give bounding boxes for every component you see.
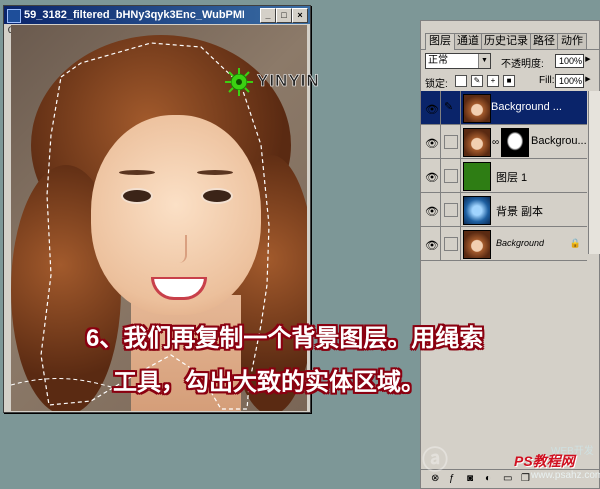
site-url: www.psahz.com [531,470,600,481]
visibility-toggle[interactable]: 👁 [421,159,441,192]
visibility-toggle[interactable]: 👁 [421,193,441,226]
lock-label: 锁定: [425,79,448,90]
eye-icon: 👁 [425,138,439,150]
layer-thumbnail [463,162,491,191]
layer-mask-thumbnail[interactable] [501,128,529,157]
eye-icon: 👁 [425,206,439,218]
layer-thumbnail [463,128,491,157]
eye-icon: 👁 [425,172,439,184]
eye-icon: 👁 [425,104,439,116]
adjustment-icon[interactable]: ◐ [485,473,491,484]
tab-actions[interactable]: 动作 [557,33,587,49]
blend-mode-value: 正常 [428,55,448,66]
layer-thumbnail [463,94,491,123]
blend-mode-select[interactable]: 正常 ▼ [425,53,491,69]
lock-brush-icon[interactable]: ✎ [471,75,483,87]
tab-paths[interactable]: 路径 [530,33,558,49]
lock-transparency-icon[interactable] [455,75,467,87]
layer-row[interactable]: 👁 Background 🔒 [421,227,587,261]
minimize-button[interactable]: _ [260,8,276,23]
new-layer-icon[interactable]: ❐ [521,473,530,484]
visibility-toggle[interactable]: 👁 [421,91,441,124]
layer-link-cell[interactable] [441,193,461,226]
lock-icon: 🔒 [569,238,581,248]
layer-name: Backgrou... [531,135,587,147]
brush-icon: ✎ [444,101,454,113]
layer-link-cell[interactable]: ✎ [441,91,461,124]
close-button[interactable]: × [292,8,308,23]
fill-arrow-icon[interactable]: ▶ [584,74,592,86]
layer-row[interactable]: 👁 ∞ Backgrou... [421,125,587,159]
tab-history[interactable]: 历史记录 [481,33,531,49]
layer-row[interactable]: 👁 背景 副本 [421,193,587,227]
link-box [444,135,458,149]
folder-icon[interactable]: ▭ [503,473,512,484]
layer-style-icon[interactable]: ƒ [449,473,455,484]
chain-link-icon: ∞ [492,137,500,148]
fill-input[interactable]: 100% [555,74,584,88]
layer-thumbnail [463,230,491,259]
fill-label: Fill: [539,75,555,86]
lock-move-icon[interactable]: + [487,75,499,87]
document-titlebar[interactable]: 59_3182_filtered_bHNy3qyk3Enc_WubPMRle..… [4,6,310,24]
layer-thumbnail [463,196,491,225]
link-box [444,237,458,251]
layer-link-cell[interactable] [441,159,461,192]
maximize-button[interactable]: □ [276,8,292,23]
opacity-input[interactable]: 100% [555,54,584,68]
mask-icon[interactable]: ◙ [467,473,473,484]
link-box [444,203,458,217]
yinyin-logo-icon [225,68,253,96]
tab-layers[interactable]: 图层 [425,33,455,50]
tab-channels[interactable]: 通道 [454,33,482,49]
eye-icon: 👁 [425,240,439,252]
opacity-arrow-icon[interactable]: ▶ [584,54,592,66]
chevron-down-icon[interactable]: ▼ [478,54,490,68]
layer-row[interactable]: 👁 ✎ Background ... [421,91,587,125]
caption-line-1: 6、我们再复制一个背景图层。用绳索 [86,325,484,352]
ps-logo: PS教程网 [514,453,575,469]
link-box [444,169,458,183]
layers-scrollbar[interactable] [588,91,600,254]
opacity-label: 不透明度: [501,59,544,70]
layer-name: Background [496,238,545,248]
site-watermark-logo-icon: ⓐ [422,445,449,475]
layer-name: 图层 1 [496,172,528,184]
lock-all-icon[interactable]: ■ [503,75,515,87]
layer-name: Background ... [491,101,562,113]
photoshop-app-icon [7,9,21,23]
visibility-toggle[interactable]: 👁 [421,125,441,158]
document-title: 59_3182_filtered_bHNy3qyk3Enc_WubPMRle..… [24,9,244,21]
watermark-text: YINYIN [257,71,320,91]
layer-link-cell[interactable] [441,227,461,260]
layers-list: 👁 ✎ Background ... 👁 ∞ Backgrou... 👁 图层 … [421,91,599,261]
layers-palette: 图层 通道 历史记录 路径 动作 正常 ▼ 不透明度: 100% ▶ 锁定: ✎… [420,20,600,489]
caption-line-2: 工具，勾出大致的实体区域。 [113,369,425,396]
layer-name: 背景 副本 [496,206,544,218]
layer-row[interactable]: 👁 图层 1 [421,159,587,193]
palette-tabs: 图层 通道 历史记录 路径 动作 [421,33,599,50]
layer-link-cell[interactable] [441,125,461,158]
visibility-toggle[interactable]: 👁 [421,227,441,260]
